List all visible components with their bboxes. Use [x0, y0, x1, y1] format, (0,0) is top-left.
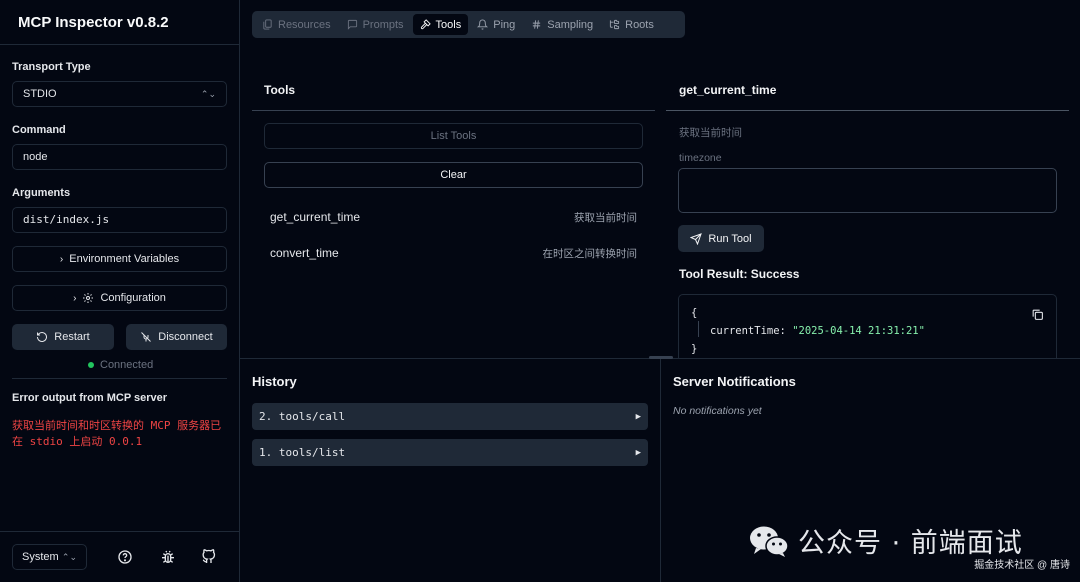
unplug-icon — [141, 332, 152, 342]
chevron-updown-icon: ⌃⌄ — [200, 89, 216, 99]
tool-result-title: Tool Result: Success — [679, 267, 800, 281]
chevron-updown-icon: ⌃⌄ — [61, 552, 77, 562]
arguments-label: Arguments — [12, 187, 71, 199]
bug-icon[interactable] — [160, 549, 176, 565]
status-dot-icon — [88, 362, 94, 368]
arguments-input[interactable]: dist/index.js — [12, 207, 227, 233]
tab-roots[interactable]: Roots — [602, 14, 661, 35]
hammer-icon — [420, 19, 431, 30]
command-label: Command — [12, 124, 66, 136]
tool-detail-title: get_current_time — [679, 83, 777, 97]
sidebar: MCP Inspector v0.8.2 Transport Type STDI… — [0, 0, 240, 582]
title-divider — [0, 44, 239, 45]
tool-item-name: convert_time — [270, 246, 339, 260]
gear-icon — [83, 293, 94, 303]
connection-status: Connected — [88, 359, 153, 371]
tab-prompts-label: Prompts — [362, 18, 404, 31]
tab-sampling[interactable]: Sampling — [524, 14, 600, 35]
triangle-right-icon: ▶ — [635, 447, 641, 458]
hash-icon — [533, 20, 541, 29]
tab-bar: Resources Prompts Tools Ping Sampling Ro… — [252, 11, 685, 38]
environment-variables-label: Environment Variables — [69, 253, 180, 265]
folder-tree-icon — [610, 19, 620, 30]
tool-item-name: get_current_time — [270, 210, 361, 224]
tool-item-description: 在时区之间转换时间 — [542, 248, 638, 260]
tool-detail-description: 获取当前时间 — [679, 127, 742, 139]
tab-ping-label: Ping — [493, 18, 516, 31]
copy-icon[interactable] — [1031, 308, 1044, 321]
timezone-input[interactable] — [678, 168, 1057, 213]
theme-select[interactable]: System ⌃⌄ — [12, 544, 87, 570]
watermark: 公众号 · 前端面试 — [748, 521, 1023, 560]
rotate-ccw-icon — [37, 332, 48, 342]
environment-variables-button[interactable]: › Environment Variables — [12, 246, 227, 272]
error-output-title: Error output from MCP server — [12, 392, 168, 404]
tab-ping[interactable]: Ping — [470, 14, 522, 35]
transport-type-value: STDIO — [23, 88, 57, 100]
tab-sampling-label: Sampling — [547, 18, 594, 31]
json-value: "2025-04-14 21:31:21" — [792, 325, 925, 337]
resize-handle[interactable] — [649, 356, 673, 359]
wechat-icon — [750, 526, 789, 557]
watermark-credit: 掘金技术社区 @ 唐诗 — [974, 560, 1070, 571]
history-title: History — [252, 374, 297, 389]
history-item[interactable]: 1. tools/list ▶ — [252, 439, 648, 466]
history-item[interactable]: 2. tools/call ▶ — [252, 403, 648, 430]
error-output-text: 获取当前时间和时区转换的 MCP 服务器已在 stdio 上启动 0.0.1 — [12, 419, 222, 448]
json-indent-guide — [698, 321, 699, 337]
bell-icon — [477, 19, 489, 30]
transport-type-label: Transport Type — [12, 61, 91, 73]
disconnect-label: Disconnect — [158, 331, 213, 343]
timezone-param-label: timezone — [679, 152, 722, 164]
json-line: currentTime: "2025-04-14 21:31:21" — [710, 325, 925, 337]
send-icon — [690, 232, 703, 245]
tab-tools[interactable]: Tools — [412, 14, 469, 35]
notifications-empty-text: No notifications yet — [673, 405, 762, 417]
tools-panel-title: Tools — [264, 83, 296, 97]
restart-button[interactable]: Restart — [12, 324, 114, 350]
run-tool-label: Run Tool — [708, 232, 752, 245]
server-notifications-title: Server Notifications — [673, 374, 796, 389]
help-circle-icon[interactable] — [117, 549, 133, 565]
history-item-label: 1. tools/list — [259, 446, 346, 459]
tab-resources[interactable]: Resources — [255, 14, 338, 35]
history-item-label: 2. tools/call — [259, 410, 346, 423]
tab-roots-label: Roots — [625, 18, 654, 31]
tab-prompts[interactable]: Prompts — [340, 14, 411, 35]
tab-resources-label: Resources — [278, 18, 331, 31]
configuration-button[interactable]: › Configuration — [12, 285, 227, 311]
json-close-brace: } — [691, 343, 698, 355]
restart-label: Restart — [54, 331, 90, 343]
configuration-label: Configuration — [100, 292, 166, 304]
clear-button[interactable]: Clear — [264, 162, 643, 188]
watermark-text: 公众号 · 前端面试 — [798, 528, 1023, 559]
tools-panel-divider — [252, 110, 655, 111]
connection-status-text: Connected — [100, 359, 154, 371]
list-tools-button[interactable]: List Tools — [264, 123, 643, 149]
bottom-vertical-divider — [660, 359, 661, 582]
transport-type-select[interactable]: STDIO ⌃⌄ — [12, 81, 227, 107]
triangle-right-icon: ▶ — [635, 411, 641, 422]
tool-item[interactable]: get_current_time 获取当前时间 — [270, 210, 637, 225]
footer-divider — [0, 531, 239, 532]
chevron-right-icon: › — [59, 253, 64, 265]
sidebar-divider — [12, 378, 227, 379]
json-key: currentTime: — [710, 325, 786, 337]
chevron-right-icon: › — [73, 292, 77, 304]
files-icon — [263, 19, 272, 30]
app-title: MCP Inspector v0.8.2 — [18, 14, 169, 31]
theme-value: System — [22, 551, 59, 563]
command-input[interactable]: node — [12, 144, 227, 170]
tool-item-description: 获取当前时间 — [574, 212, 637, 224]
message-icon — [347, 19, 357, 30]
github-icon[interactable] — [201, 549, 217, 565]
tool-item[interactable]: convert_time 在时区之间转换时间 — [270, 246, 637, 261]
json-open-brace: { — [691, 307, 698, 319]
run-tool-button[interactable]: Run Tool — [678, 225, 764, 252]
tab-tools-label: Tools — [435, 18, 462, 31]
tool-detail-divider — [666, 110, 1069, 111]
disconnect-button[interactable]: Disconnect — [126, 324, 227, 350]
tool-result-box: { currentTime: "2025-04-14 21:31:21" } — [678, 294, 1057, 358]
